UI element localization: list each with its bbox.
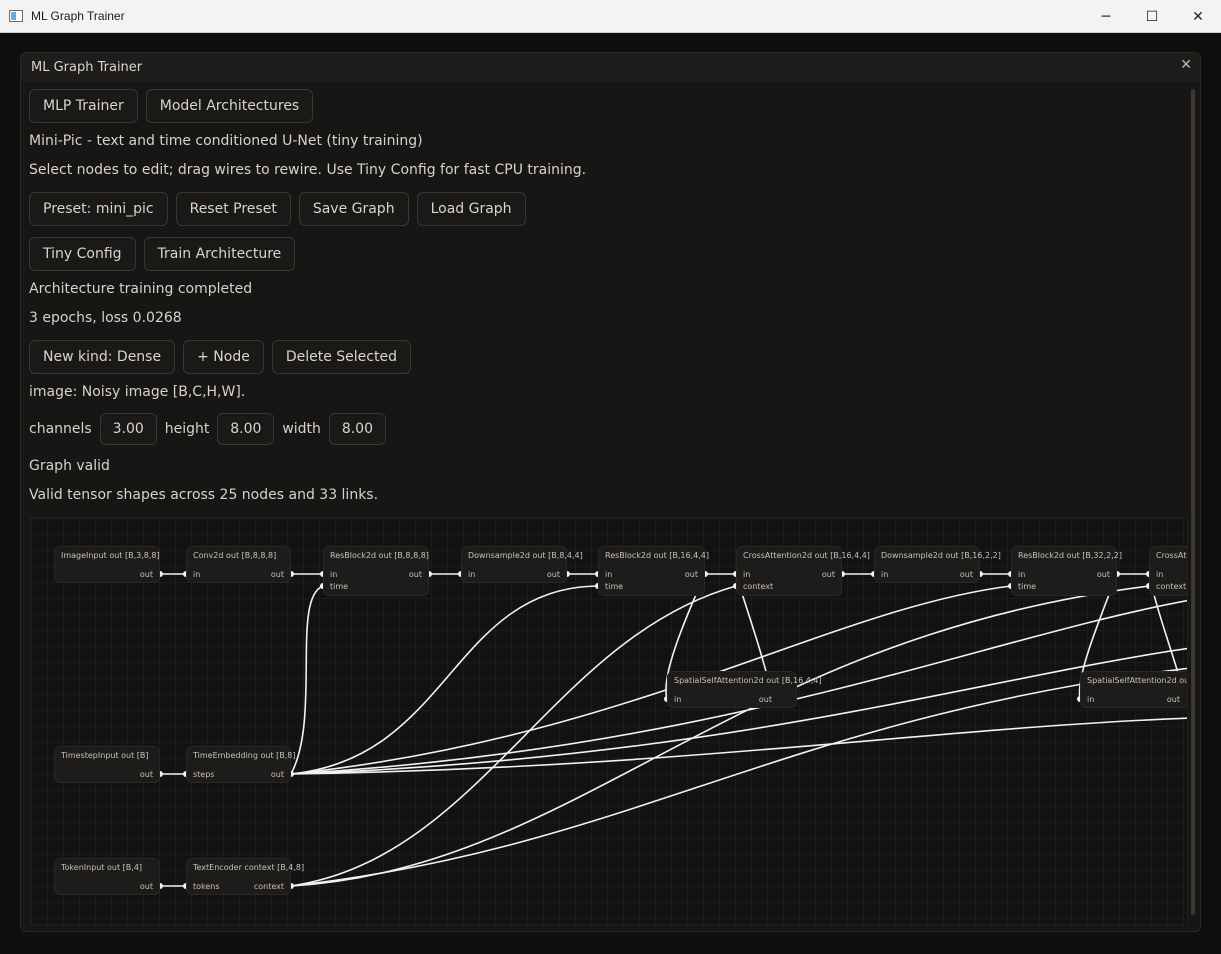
training-metrics: 3 epochs, loss 0.0268 xyxy=(29,310,182,326)
app-icon xyxy=(9,10,23,22)
graph-node-downsample-2[interactable]: Downsample2d out [B,16,2,2] in out xyxy=(874,546,1001,583)
instructions-text: Select nodes to edit; drag wires to rewi… xyxy=(29,162,587,178)
validity-row: Graph valid xyxy=(29,458,110,474)
window-close-icon[interactable]: ✕ xyxy=(1180,57,1192,73)
toolbar-nodes: New kind: Dense + Node Delete Selected xyxy=(29,340,411,374)
height-label: height xyxy=(164,421,210,437)
wire xyxy=(290,717,1187,775)
page-heading: Mini-Pic - text and time conditioned U-N… xyxy=(29,133,423,149)
maximize-button[interactable]: ☐ xyxy=(1129,0,1175,33)
status-row: Architecture training completed xyxy=(29,281,252,297)
wire xyxy=(290,585,1012,775)
reset-preset-button[interactable]: Reset Preset xyxy=(175,192,291,226)
add-node-button[interactable]: + Node xyxy=(183,340,264,374)
selected-row: image: Noisy image [B,C,H,W]. xyxy=(29,384,245,400)
wire xyxy=(290,647,1187,775)
instructions-row: Select nodes to edit; drag wires to rewi… xyxy=(29,162,586,178)
wire xyxy=(290,585,599,775)
heading-row: Mini-Pic - text and time conditioned U-N… xyxy=(29,133,423,149)
graph-node-resblock-3[interactable]: ResBlock2d out [B,32,2,2] in time out xyxy=(1011,546,1122,596)
save-graph-button[interactable]: Save Graph xyxy=(298,192,409,226)
graph-node-conv2d[interactable]: Conv2d out [B,8,8,8] in out xyxy=(186,546,291,583)
channels-label: channels xyxy=(29,421,92,437)
tab-mlp-trainer[interactable]: MLP Trainer xyxy=(29,89,138,123)
graph-node-crossattention-1[interactable]: CrossAttention2d out [B,16,4,4] in conte… xyxy=(736,546,870,596)
delete-selected-button[interactable]: Delete Selected xyxy=(271,340,411,374)
graph-node-selfattention-2[interactable]: SpatialSelfAttention2d out in out xyxy=(1080,671,1187,708)
graph-validity-detail: Valid tensor shapes across 25 nodes and … xyxy=(29,487,379,503)
close-button[interactable]: ✕ xyxy=(1175,0,1221,33)
load-graph-button[interactable]: Load Graph xyxy=(416,192,526,226)
width-field[interactable]: 8.00 xyxy=(328,413,386,445)
wire xyxy=(290,585,737,887)
graph-node-timestep-input[interactable]: TimestepInput out [B] out xyxy=(54,746,160,783)
preset-button[interactable]: Preset: mini_pic xyxy=(29,192,168,226)
wire xyxy=(290,585,1150,887)
graph-node-text-encoder[interactable]: TextEncoder context [B,4,8] tokens conte… xyxy=(186,858,304,895)
graph-node-token-input[interactable]: TokenInput out [B,4] out xyxy=(54,858,160,895)
os-window-title: ML Graph Trainer xyxy=(31,9,125,23)
toolbar-train: Tiny Config Train Architecture xyxy=(29,237,296,271)
channels-field[interactable]: 3.00 xyxy=(99,413,157,445)
tab-row: MLP Trainer Model Architectures xyxy=(29,89,314,123)
os-titlebar: ML Graph Trainer ─ ☐ ✕ xyxy=(0,0,1221,33)
graph-node-downsample-1[interactable]: Downsample2d out [B,8,4,4] in out xyxy=(461,546,583,583)
graph-node-image-input[interactable]: ImageInput out [B,3,8,8] out xyxy=(54,546,160,583)
window-scrollbar[interactable] xyxy=(1191,89,1195,915)
node-graph-canvas[interactable]: ImageInput out [B,3,8,8] out Conv2d out … xyxy=(30,517,1188,925)
tiny-config-button[interactable]: Tiny Config xyxy=(29,237,136,271)
os-window-controls: ─ ☐ ✕ xyxy=(1083,0,1221,33)
training-status: Architecture training completed xyxy=(29,281,253,297)
port-dots xyxy=(157,571,1187,889)
width-label: width xyxy=(282,421,321,437)
window-title: ML Graph Trainer xyxy=(31,59,143,75)
train-architecture-button[interactable]: Train Architecture xyxy=(143,237,296,271)
graph-node-time-embedding[interactable]: TimeEmbedding out [B,8] steps out xyxy=(186,746,296,783)
graph-validity: Graph valid xyxy=(29,458,110,474)
minimize-button[interactable]: ─ xyxy=(1083,0,1129,33)
height-field[interactable]: 8.00 xyxy=(217,413,275,445)
toolbar-preset: Preset: mini_pic Reset Preset Save Graph… xyxy=(29,192,526,226)
trainer-window: ML Graph Trainer ✕ MLP Trainer Model Arc… xyxy=(20,52,1201,932)
validity-detail-row: Valid tensor shapes across 25 nodes and … xyxy=(29,487,378,503)
params-row: channels 3.00 height 8.00 width 8.00 xyxy=(29,413,386,445)
metrics-row: 3 epochs, loss 0.0268 xyxy=(29,310,182,326)
graph-node-resblock-2[interactable]: ResBlock2d out [B,16,4,4] in time out xyxy=(598,546,709,596)
graph-node-crossattention-2[interactable]: CrossAtt in context xyxy=(1149,546,1187,596)
tab-model-architectures[interactable]: Model Architectures xyxy=(145,89,314,123)
graph-node-selfattention-1[interactable]: SpatialSelfAttention2d out [B,16,4,4] in… xyxy=(667,671,822,708)
new-kind-button[interactable]: New kind: Dense xyxy=(29,340,176,374)
selected-node-info: image: Noisy image [B,C,H,W]. xyxy=(29,384,246,400)
wire xyxy=(290,585,324,775)
graph-node-resblock-1[interactable]: ResBlock2d out [B,8,8,8] in time out xyxy=(323,546,429,596)
window-header[interactable]: ML Graph Trainer xyxy=(21,53,1200,81)
